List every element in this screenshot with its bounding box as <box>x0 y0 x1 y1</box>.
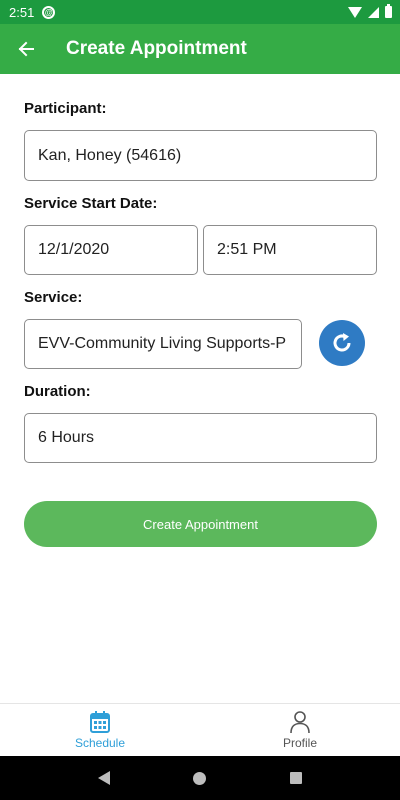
tab-profile-label: Profile <box>282 736 317 750</box>
tab-schedule-label: Schedule <box>74 736 126 750</box>
tab-schedule[interactable]: Schedule <box>0 704 200 756</box>
start-time-value: 2:51 PM <box>217 241 277 258</box>
page-title: Create Appointment <box>66 38 247 59</box>
service-start-date-label: Service Start Date: <box>24 195 158 212</box>
back-button[interactable] <box>0 24 52 74</box>
refresh-service-button[interactable] <box>319 320 365 366</box>
nav-recent-apps-icon[interactable] <box>290 772 303 784</box>
status-icons <box>348 4 392 18</box>
arrow-left-icon <box>18 41 34 57</box>
start-date-value: 12/1/2020 <box>38 241 110 258</box>
nav-home-icon[interactable] <box>193 771 207 785</box>
service-value: EVV-Community Living Supports-P <box>38 335 287 352</box>
refresh-icon <box>333 333 351 352</box>
system-nav-bar <box>0 756 400 800</box>
nav-back-icon[interactable] <box>97 771 110 785</box>
bottom-tab-bar: Schedule Profile <box>0 703 400 756</box>
service-label: Service: <box>24 289 83 306</box>
start-date-field[interactable]: 12/1/2020 <box>24 225 198 275</box>
duration-value: 6 Hours <box>38 429 95 446</box>
start-time-field[interactable]: 2:51 PM <box>203 225 377 275</box>
participant-value: Kan, Honey (54616) <box>38 146 182 164</box>
status-time: 2:51 <box>9 4 35 20</box>
duration-label: Duration: <box>24 383 91 400</box>
status-bar: 2:51 @ <box>0 0 400 24</box>
service-field[interactable]: EVV-Community Living Supports-P <box>24 319 302 369</box>
tab-profile[interactable]: Profile <box>200 704 400 756</box>
calendar-icon <box>90 711 110 733</box>
battery-icon <box>385 4 392 18</box>
person-icon <box>290 711 310 734</box>
participant-label: Participant: <box>24 100 107 117</box>
app-bar: Create Appointment <box>0 24 400 74</box>
create-appointment-button[interactable]: Create Appointment <box>24 501 377 547</box>
signal-icon <box>368 6 379 18</box>
participant-field[interactable]: Kan, Honey (54616) <box>24 130 377 181</box>
duration-field[interactable]: 6 Hours <box>24 413 377 463</box>
wifi-icon <box>348 6 362 18</box>
sync-icon: @ <box>42 5 56 19</box>
